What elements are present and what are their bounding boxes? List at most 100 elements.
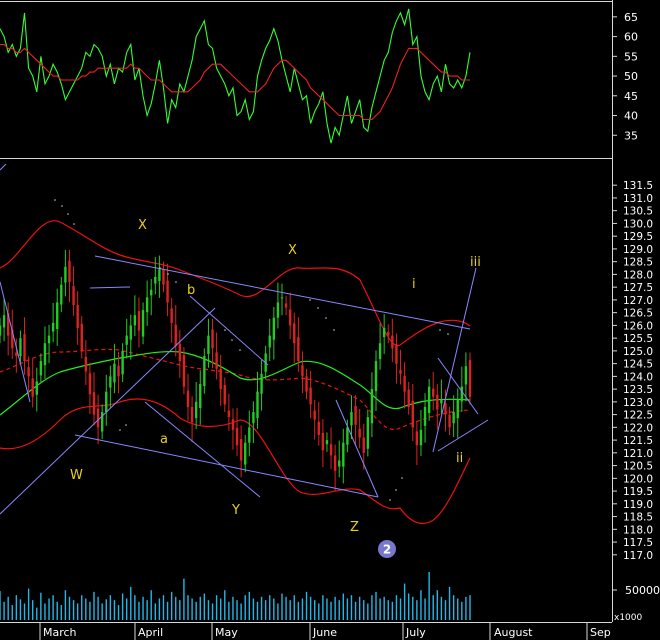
candle xyxy=(186,373,190,421)
wave-badge: 2 xyxy=(378,540,396,558)
volume-bar xyxy=(285,596,287,620)
sar-dot xyxy=(239,349,241,351)
candle xyxy=(84,340,88,386)
price-tick-label: 122.0 xyxy=(623,422,653,434)
candle xyxy=(419,410,423,456)
price-tick-label: 125.5 xyxy=(623,333,653,345)
candle-body xyxy=(244,442,247,465)
candle xyxy=(80,316,83,359)
candle xyxy=(370,372,374,438)
candle-body xyxy=(276,302,280,318)
candle-body xyxy=(96,408,100,428)
candle xyxy=(399,349,402,385)
volume-bar xyxy=(363,600,365,620)
candle xyxy=(321,419,325,468)
price-tick-label: 128.0 xyxy=(623,269,653,281)
candle-body xyxy=(105,391,108,413)
candle-body xyxy=(346,427,349,445)
oscillator-tick-label: 60 xyxy=(624,31,638,44)
volume-bar xyxy=(367,603,369,620)
volume-bar xyxy=(354,601,357,620)
volume-bar xyxy=(15,595,18,620)
volume-bar xyxy=(60,605,63,620)
volume-bar xyxy=(150,590,152,620)
candlestick-series xyxy=(0,249,472,491)
candle xyxy=(333,444,337,491)
sar-dot xyxy=(447,333,449,335)
candle-body xyxy=(284,303,288,308)
candle-body xyxy=(109,376,112,388)
candle xyxy=(342,428,345,484)
candle-body xyxy=(329,444,333,456)
candle xyxy=(60,276,63,313)
volume-bar xyxy=(228,601,230,620)
candle-body xyxy=(31,378,34,397)
price-tick-label: 124.5 xyxy=(623,359,653,371)
wave-label-z: Z xyxy=(350,520,359,535)
candle-body xyxy=(382,327,386,338)
sar-dot xyxy=(67,213,69,215)
sar-dot xyxy=(395,489,397,491)
volume-bar xyxy=(322,595,324,620)
volume-bar xyxy=(19,599,22,620)
candle xyxy=(276,282,280,329)
volume-bar xyxy=(48,598,50,620)
price-tick-label: 123.0 xyxy=(623,397,653,409)
candle-body xyxy=(411,400,414,428)
volume-bar xyxy=(134,595,136,620)
candle-body xyxy=(256,391,259,419)
oscillator-tick-label: 65 xyxy=(624,11,638,24)
candle xyxy=(133,295,137,337)
candle xyxy=(248,410,251,457)
candle xyxy=(440,379,443,415)
candle-body xyxy=(223,385,226,405)
candle-body xyxy=(305,376,308,392)
volume-bar xyxy=(260,596,263,620)
candle-body xyxy=(358,428,361,438)
volume-bar xyxy=(146,600,148,620)
sar-dot xyxy=(389,499,391,501)
sar-dot xyxy=(73,223,75,225)
price-tick-label: 121.0 xyxy=(623,448,653,460)
candle xyxy=(309,370,312,419)
candle-body xyxy=(19,338,22,356)
candle xyxy=(382,314,386,354)
volume-bar xyxy=(166,601,169,620)
wave-label-b: b xyxy=(187,283,195,298)
candle xyxy=(125,318,128,359)
candle-body xyxy=(231,419,235,430)
price-tick-label: 130.5 xyxy=(623,206,653,218)
price-tick-label: 123.5 xyxy=(623,384,653,396)
sar-dot xyxy=(54,199,56,201)
candle xyxy=(178,329,182,378)
candle-body xyxy=(407,389,410,407)
candle xyxy=(387,324,390,344)
volume-bar xyxy=(81,595,83,620)
volume-bar xyxy=(138,601,140,620)
volume-bar xyxy=(199,596,201,620)
candle-body xyxy=(215,352,218,369)
oscillator-axis: 65 60 55 50 45 40 35 xyxy=(612,11,638,142)
candle-body xyxy=(366,417,370,449)
volume-bar xyxy=(469,595,471,620)
channel-line-april xyxy=(89,286,131,289)
volume-bar xyxy=(179,600,181,620)
wave-label-ii: ii xyxy=(456,451,463,466)
candle xyxy=(456,388,459,439)
volume-bar xyxy=(256,601,259,620)
volume-bar xyxy=(313,600,316,620)
chart-frame xyxy=(0,0,613,623)
candle-body xyxy=(248,427,251,443)
oscillator-tick-label: 35 xyxy=(624,129,638,142)
bollinger-middle-band xyxy=(0,348,471,431)
sar-dot xyxy=(309,299,311,301)
candle xyxy=(452,395,455,438)
volume-bar xyxy=(289,600,291,620)
volume-bar xyxy=(158,598,161,620)
candle-body xyxy=(0,325,2,336)
candle-body xyxy=(288,309,292,326)
candle xyxy=(436,384,439,430)
oscillator-tick-label: 55 xyxy=(624,50,638,63)
volume-bar xyxy=(109,595,112,620)
volume-bar xyxy=(395,595,398,620)
